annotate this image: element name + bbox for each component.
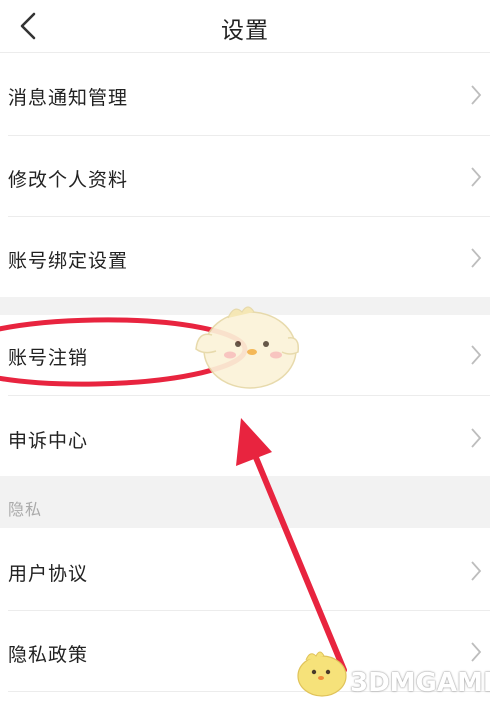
menu-item-label: 隐私政策: [8, 644, 89, 666]
page-title: 设置: [221, 18, 269, 44]
menu-item-appeal-center[interactable]: 申诉中心: [0, 396, 490, 476]
menu-item-account-binding[interactable]: 账号绑定设置: [0, 217, 490, 297]
chevron-right-icon: [471, 561, 482, 581]
menu-item-label: 用户协议: [8, 563, 89, 585]
menu-item-label: 账号注销: [8, 347, 89, 369]
watermark-text: 3DMGAME: [350, 668, 490, 698]
menu-item-user-agreement[interactable]: 用户协议: [0, 528, 490, 610]
nav-header: 设置: [0, 0, 490, 53]
chevron-right-icon: [471, 85, 482, 105]
menu-item-label: 账号绑定设置: [8, 250, 129, 272]
section-gap: [0, 297, 490, 315]
chevron-right-icon: [471, 248, 482, 268]
menu-item-label: 消息通知管理: [8, 87, 129, 109]
menu-item-label: 申诉中心: [8, 430, 89, 452]
chevron-right-icon: [471, 345, 482, 365]
menu-item-edit-profile[interactable]: 修改个人资料: [0, 136, 490, 216]
menu-item-label: 修改个人资料: [8, 169, 129, 191]
menu-item-message-notification[interactable]: 消息通知管理: [0, 53, 490, 135]
chevron-right-icon: [471, 642, 482, 662]
chevron-right-icon: [471, 428, 482, 448]
section-label-privacy: 隐私: [8, 500, 43, 519]
chevron-right-icon: [471, 167, 482, 187]
privacy-section-header: 隐私: [0, 476, 490, 528]
menu-item-account-deletion[interactable]: 账号注销: [0, 315, 490, 395]
